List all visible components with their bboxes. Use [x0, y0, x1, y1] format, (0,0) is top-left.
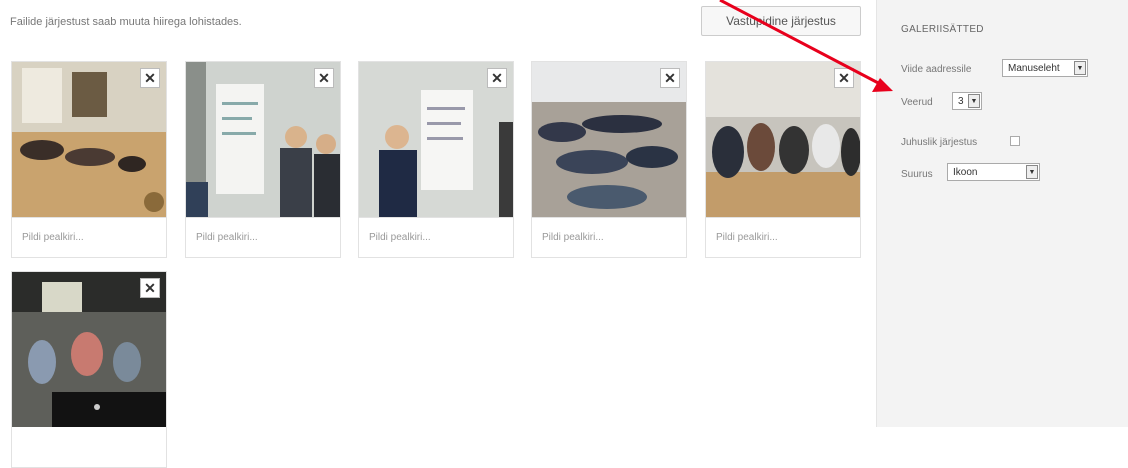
annotation-arrow-icon — [719, 0, 893, 92]
